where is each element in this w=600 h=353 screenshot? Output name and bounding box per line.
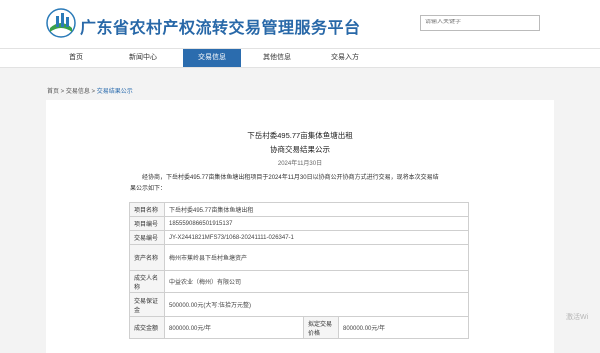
- breadcrumb-sep: >: [89, 89, 97, 95]
- result-table: 项目名称 下岳村委495.77亩集体鱼塘出租 项目编号 185559086650…: [129, 202, 469, 339]
- table-row: 交易编号 JY-X2441821MFS73/1068-20241111-0263…: [129, 230, 469, 245]
- table-row: 资产名称 梅州市蕉岭县下岳村鱼塘资产: [129, 244, 469, 271]
- breadcrumb-section[interactable]: 交易信息: [66, 89, 90, 95]
- intro-line: 果公示如下：: [130, 186, 167, 192]
- intro-paragraph: 经协商，下岳村委495.77亩集体鱼塘出租项目于2024年11月30日以协商公开…: [130, 173, 470, 195]
- site-header: 广东省农村产权流转交易管理服务平台: [0, 0, 600, 48]
- search-box[interactable]: [420, 15, 540, 31]
- page-subtitle: 协商交易结果公示: [270, 145, 330, 154]
- table-cell-value: 1855590866501915137: [164, 216, 469, 231]
- table-row: 成交人名称 中益农业（梅州）有限公司: [129, 270, 469, 293]
- table-cell-value: JY-X2441821MFS73/1068-20241111-026347-1: [164, 230, 469, 245]
- search-input[interactable]: [425, 19, 539, 25]
- page-title: 下岳村委495.77亩集体鱼塘出租: [247, 131, 353, 140]
- publish-date: 2024年11月30日: [277, 161, 323, 167]
- table-cell-value: 800000.00元/年: [338, 316, 469, 339]
- nav-item-news[interactable]: 新闻中心: [114, 49, 172, 67]
- table-cell-label: 拟定交易价格: [303, 316, 339, 339]
- table-row: 交易保证金 500000.00元(大写:伍拾万元整): [129, 292, 469, 317]
- table-cell-value: 梅州市蕉岭县下岳村鱼塘资产: [164, 244, 469, 271]
- nav-item-trade-info[interactable]: 交易信息: [183, 49, 241, 67]
- table-cell-label: 成交金额: [129, 316, 165, 339]
- table-cell-label: 资产名称: [129, 244, 165, 271]
- breadcrumb: 首页 > 交易信息 > 交易结果公示: [47, 86, 133, 95]
- table-cell-label: 交易保证金: [129, 292, 165, 317]
- table-cell-label: 项目编号: [129, 216, 165, 231]
- table-row: 项目名称 下岳村委495.77亩集体鱼塘出租: [129, 202, 469, 217]
- table-cell-label: 项目名称: [129, 202, 165, 217]
- table-row: 项目编号 1855590866501915137: [129, 216, 469, 231]
- main-nav: 首页 新闻中心 交易信息 其他信息 交易入方: [0, 48, 600, 68]
- table-cell-label: 成交人名称: [129, 270, 165, 293]
- table-cell-value: 800000.00元/年: [164, 316, 304, 339]
- activation-watermark: 激活Wi: [566, 314, 589, 321]
- breadcrumb-current[interactable]: 交易结果公示: [97, 89, 133, 95]
- table-cell-value: 500000.00元(大写:伍拾万元整): [164, 292, 469, 317]
- table-cell-label: 交易编号: [129, 230, 165, 245]
- breadcrumb-home[interactable]: 首页: [47, 89, 59, 95]
- nav-item-trade-entry[interactable]: 交易入方: [316, 49, 374, 67]
- nav-item-other-info[interactable]: 其他信息: [248, 49, 306, 67]
- table-cell-value: 中益农业（梅州）有限公司: [164, 270, 469, 293]
- table-cell-value: 下岳村委495.77亩集体鱼塘出租: [164, 202, 469, 217]
- nav-item-home[interactable]: 首页: [47, 49, 105, 67]
- intro-line: 经协商，下岳村委495.77亩集体鱼塘出租项目于2024年11月30日以协商公开…: [142, 175, 439, 181]
- site-title[interactable]: 广东省农村产权流转交易管理服务平台: [80, 14, 361, 38]
- table-row: 成交金额 800000.00元/年 拟定交易价格 800000.00元/年: [129, 316, 469, 339]
- breadcrumb-sep: >: [59, 89, 66, 95]
- site-logo-icon[interactable]: [46, 8, 76, 38]
